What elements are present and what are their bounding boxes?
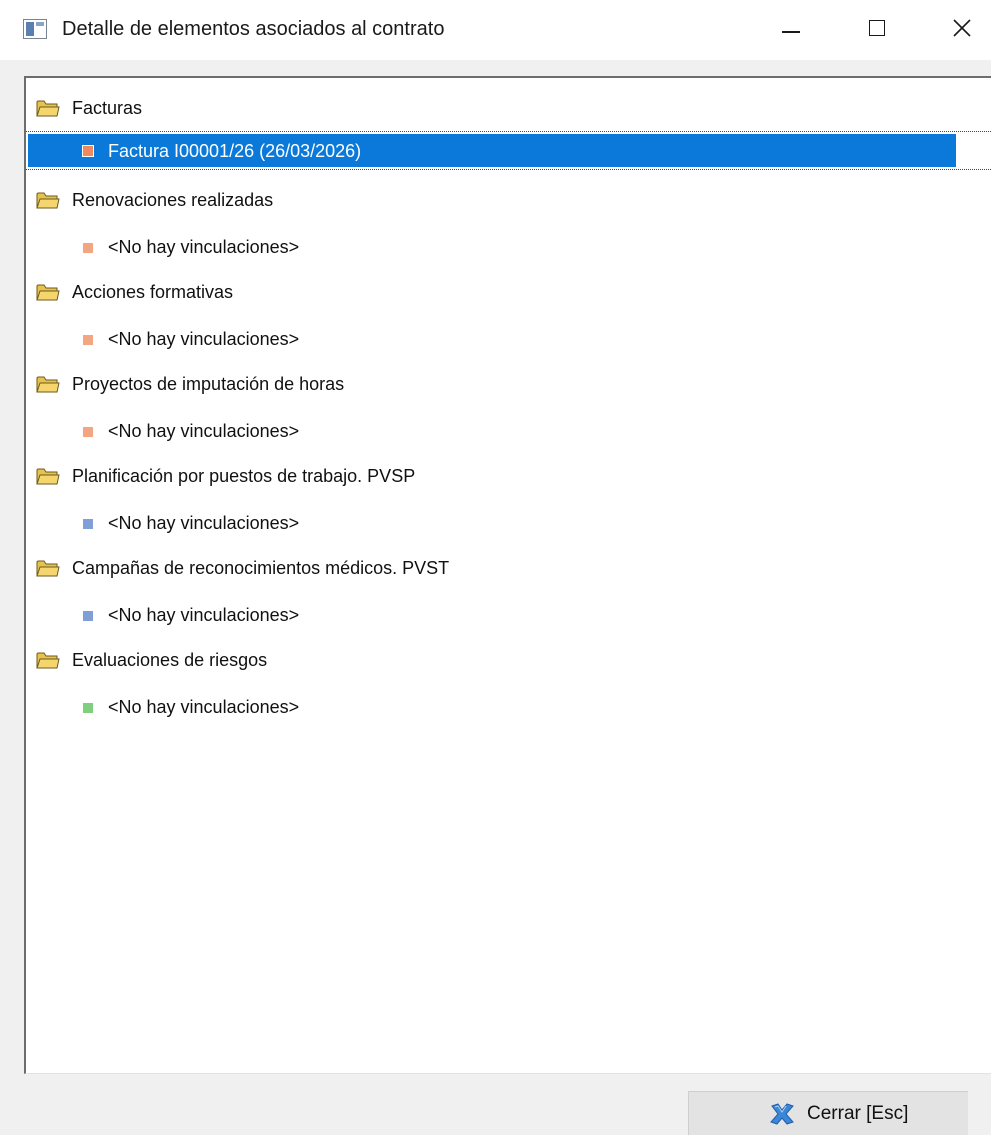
tree-item-label: <No hay vinculaciones> — [108, 605, 300, 625]
tree-item-label: <No hay vinculaciones> — [108, 513, 300, 533]
maximize-button[interactable] — [848, 0, 908, 58]
item-bullet-icon — [83, 243, 93, 253]
associated-elements-tree[interactable]: Facturas Factura I00001/26 (26/03/2026) Re… — [24, 76, 991, 1074]
folder-icon — [36, 376, 60, 393]
folder-icon — [36, 560, 60, 577]
maximize-icon — [869, 20, 885, 36]
tree-group-label: Evaluaciones de riesgos — [72, 650, 268, 670]
tree-item-label: <No hay vinculaciones> — [108, 237, 300, 257]
window-app-icon[interactable] — [23, 19, 47, 39]
item-bullet-icon — [83, 703, 93, 713]
app-icon-pane-top — [36, 22, 44, 26]
close-icon — [953, 19, 971, 37]
close-window-button[interactable] — [931, 0, 991, 58]
minimize-button[interactable] — [760, 0, 820, 58]
folder-icon — [36, 100, 60, 117]
item-bullet-icon — [83, 519, 93, 529]
tree-group-label: Acciones formativas — [72, 282, 234, 302]
folder-icon — [36, 652, 60, 669]
window-title: Detalle de elementos asociados al contra… — [62, 18, 445, 40]
tree-item-selected[interactable]: Factura I00001/26 (26/03/2026) — [26, 131, 991, 170]
minimize-icon — [782, 31, 800, 33]
item-bullet-icon — [82, 145, 94, 157]
selection-highlight: Factura I00001/26 (26/03/2026) — [28, 134, 956, 167]
app-icon-pane-left — [26, 22, 34, 36]
folder-icon — [36, 192, 60, 209]
dialog-window: Detalle de elementos asociados al contra… — [0, 0, 991, 1135]
tree-item-label: <No hay vinculaciones> — [108, 421, 300, 441]
tree-group-label: Facturas — [72, 98, 143, 118]
item-bullet-icon — [83, 335, 93, 345]
item-bullet-icon — [83, 427, 93, 437]
tree-group-label: Renovaciones realizadas — [72, 190, 274, 210]
tree-group-label: Proyectos de imputación de horas — [72, 374, 345, 394]
tree-group-label: Campañas de reconocimientos médicos. PVS… — [72, 558, 450, 578]
title-bar[interactable]: Detalle de elementos asociados al contra… — [0, 0, 991, 60]
folder-icon — [36, 468, 60, 485]
tree-item-label: <No hay vinculaciones> — [108, 697, 300, 717]
close-button[interactable]: Cerrar [Esc] — [688, 1091, 968, 1135]
tree-group-label: Planificación por puestos de trabajo. PV… — [72, 466, 416, 486]
item-bullet-icon — [83, 611, 93, 621]
close-x-icon — [770, 1103, 794, 1125]
tree-item-label: Factura I00001/26 (26/03/2026) — [108, 141, 362, 161]
tree-item-label: <No hay vinculaciones> — [108, 329, 300, 349]
close-button-label: Cerrar [Esc] — [807, 1103, 909, 1124]
folder-icon — [36, 284, 60, 301]
